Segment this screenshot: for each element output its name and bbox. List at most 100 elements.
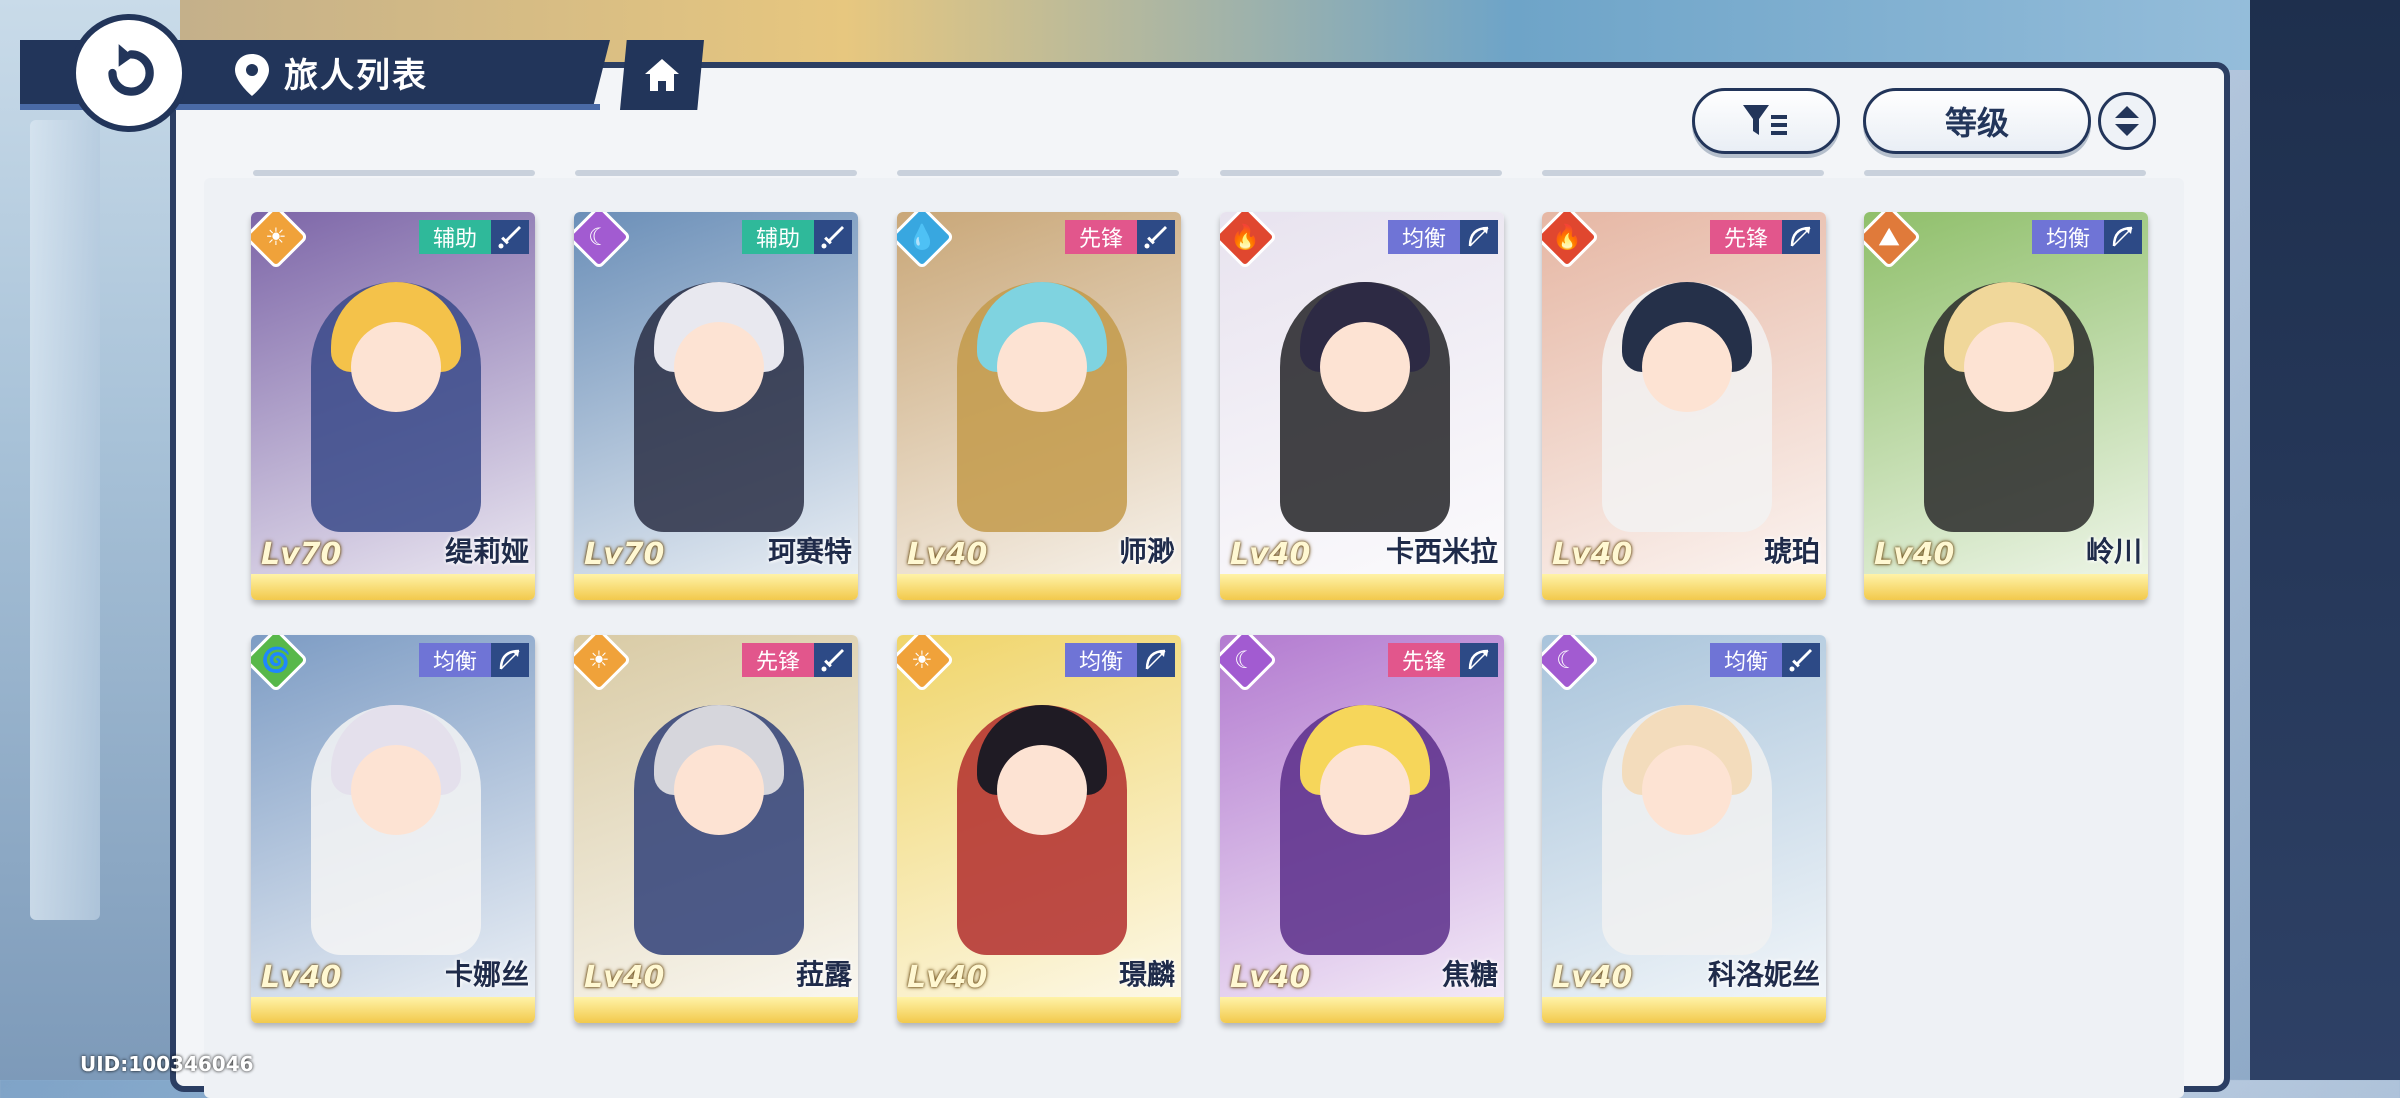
character-face — [674, 322, 764, 412]
card-name: 卡西米拉 — [1385, 535, 1498, 568]
character-portrait — [1542, 635, 1826, 997]
traveler-card[interactable]: ☾ 辅助 Lv70 珂赛特 — [574, 212, 858, 600]
card-level: Lv40 — [907, 537, 988, 572]
home-button[interactable] — [620, 40, 704, 110]
card-rarity-bar — [897, 574, 1181, 600]
card-level: Lv40 — [261, 960, 342, 995]
page-title: 旅人列表 — [284, 56, 428, 96]
character-portrait — [1220, 635, 1504, 997]
role-badge: 辅助 — [741, 220, 814, 254]
traveler-card[interactable]: ⛰ 均衡 Lv40 岭川 — [1864, 212, 2148, 600]
role-badge: 均衡 — [1709, 643, 1782, 677]
character-portrait — [574, 635, 858, 997]
filter-icon — [1743, 105, 1787, 135]
character-face — [351, 322, 441, 412]
character-face — [997, 322, 1087, 412]
back-button[interactable] — [70, 14, 188, 132]
card-name: 琥珀 — [1763, 535, 1820, 568]
traveler-card[interactable]: 💧 先锋 Lv40 师渺 — [897, 212, 1181, 600]
character-portrait — [251, 212, 535, 574]
bow-icon — [1460, 643, 1498, 677]
role-badge: 辅助 — [418, 220, 491, 254]
bow-icon — [2104, 220, 2142, 254]
home-icon — [645, 59, 679, 91]
bow-icon — [491, 643, 529, 677]
card-rarity-bar — [1220, 997, 1504, 1023]
card-rarity-bar — [574, 574, 858, 600]
card-rarity-bar — [1220, 574, 1504, 600]
character-face — [1642, 745, 1732, 835]
sword-icon — [1782, 643, 1820, 677]
card-level: Lv40 — [1552, 960, 1633, 995]
character-portrait — [897, 635, 1181, 997]
traveler-card[interactable]: 🌀 均衡 Lv40 卡娜丝 — [251, 635, 535, 1023]
card-name: 菈露 — [795, 958, 852, 991]
card-name: 缇莉娅 — [444, 535, 529, 568]
card-rarity-bar — [251, 574, 535, 600]
card-level: Lv70 — [261, 537, 342, 572]
role-badge: 先锋 — [741, 643, 814, 677]
card-name: 焦糖 — [1441, 958, 1498, 991]
back-arrow-icon — [108, 44, 154, 96]
character-portrait — [897, 212, 1181, 574]
row-separator — [1220, 170, 1502, 176]
row-separator — [1542, 170, 1824, 176]
character-face — [1320, 322, 1410, 412]
card-name: 师渺 — [1118, 535, 1175, 568]
role-badge: 均衡 — [2031, 220, 2104, 254]
sword-icon — [1137, 220, 1175, 254]
sword-icon — [814, 643, 852, 677]
character-face — [674, 745, 764, 835]
card-name: 科洛妮丝 — [1707, 958, 1820, 991]
character-portrait — [1864, 212, 2148, 574]
sort-order-icon — [2115, 106, 2139, 136]
character-face — [1642, 322, 1732, 412]
card-name: 璟麟 — [1118, 958, 1175, 991]
character-portrait — [251, 635, 535, 997]
traveler-card[interactable]: 🔥 先锋 Lv40 琥珀 — [1542, 212, 1826, 600]
card-level: Lv70 — [584, 537, 665, 572]
traveler-card[interactable]: 🔥 均衡 Lv40 卡西米拉 — [1220, 212, 1504, 600]
card-rarity-bar — [251, 997, 535, 1023]
character-portrait — [1542, 212, 1826, 574]
role-badge: 均衡 — [418, 643, 491, 677]
traveler-card[interactable]: ☀ 辅助 Lv70 缇莉娅 — [251, 212, 535, 600]
role-badge: 先锋 — [1387, 643, 1460, 677]
filter-button[interactable] — [1692, 88, 1840, 154]
card-level: Lv40 — [1230, 537, 1311, 572]
sword-icon — [814, 220, 852, 254]
role-badge: 均衡 — [1064, 643, 1137, 677]
row-separator — [575, 170, 857, 176]
card-name: 珂赛特 — [767, 535, 852, 568]
card-name: 岭川 — [2085, 535, 2142, 568]
card-name: 卡娜丝 — [444, 958, 529, 991]
background-left — [0, 0, 180, 1080]
card-level: Lv40 — [1874, 537, 1955, 572]
character-portrait — [1220, 212, 1504, 574]
traveler-card[interactable]: ☾ 均衡 Lv40 科洛妮丝 — [1542, 635, 1826, 1023]
card-level: Lv40 — [1230, 960, 1311, 995]
user-id-label: UID:100346046 — [80, 1052, 254, 1076]
sort-by-level-button[interactable]: 等级 — [1863, 88, 2091, 154]
card-rarity-bar — [1542, 997, 1826, 1023]
character-face — [997, 745, 1087, 835]
background-pillar — [30, 120, 100, 920]
bow-icon — [1782, 220, 1820, 254]
role-badge: 均衡 — [1387, 220, 1460, 254]
card-rarity-bar — [1542, 574, 1826, 600]
sword-icon — [491, 220, 529, 254]
traveler-card[interactable]: ☾ 先锋 Lv40 焦糖 — [1220, 635, 1504, 1023]
character-face — [1320, 745, 1410, 835]
traveler-card[interactable]: ☀ 先锋 Lv40 菈露 — [574, 635, 858, 1023]
card-rarity-bar — [1864, 574, 2148, 600]
card-level: Lv40 — [584, 960, 665, 995]
character-portrait — [574, 212, 858, 574]
traveler-card[interactable]: ☀ 均衡 Lv40 璟麟 — [897, 635, 1181, 1023]
location-pin-icon — [235, 54, 269, 96]
card-rarity-bar — [897, 997, 1181, 1023]
role-badge: 先锋 — [1709, 220, 1782, 254]
role-badge: 先锋 — [1064, 220, 1137, 254]
sort-order-toggle[interactable] — [2098, 92, 2156, 150]
character-face — [1964, 322, 2054, 412]
card-level: Lv40 — [1552, 537, 1633, 572]
